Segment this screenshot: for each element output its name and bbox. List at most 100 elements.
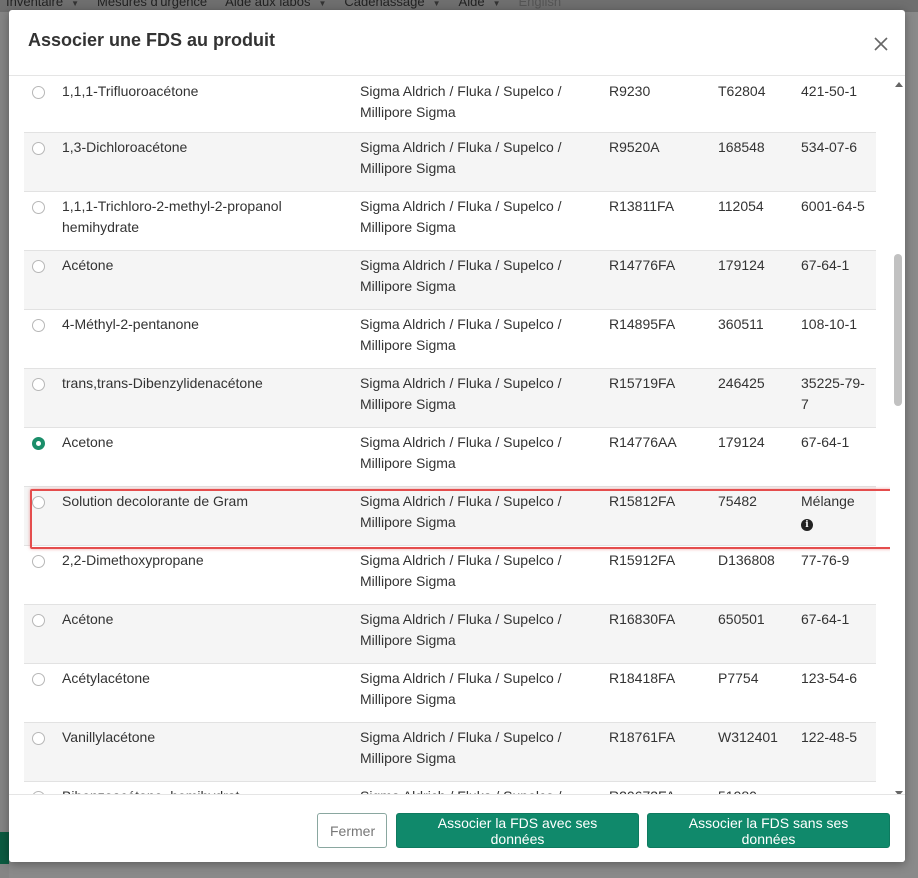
radio-button[interactable] — [32, 86, 45, 99]
vendor-name-text: Sigma Aldrich / Fluka / Supelco / Millip… — [360, 83, 562, 120]
catalog-number-text: 179124 — [718, 434, 765, 450]
caret-down-icon: ▼ — [492, 0, 501, 8]
reference-text: R18418FA — [609, 670, 676, 686]
vendor-name-text: Sigma Aldrich / Fluka / Supelco / Millip… — [360, 611, 562, 648]
radio-button[interactable] — [32, 319, 45, 332]
table-row[interactable]: Acétylacétone Sigma Aldrich / Fluka / Sup… — [24, 663, 876, 722]
cas-number: 421-50-1 — [801, 81, 871, 102]
reference-text: R9230 — [609, 83, 651, 99]
close-button[interactable]: Fermer — [317, 813, 387, 848]
table-row[interactable]: 1,1,1-Trifluoroacétone Sigma Aldrich / Fl… — [24, 76, 876, 132]
catalog-number-text: 360511 — [718, 316, 764, 332]
table-row[interactable]: 1,1,1-Trichloro-2-methyl-2-propanol hemi… — [24, 191, 876, 250]
catalog-number-text: 179124 — [718, 257, 765, 273]
product-name: 2,2-Dimethoxypropane — [62, 550, 352, 571]
product-name: Solution decolorante de Gram — [62, 491, 352, 512]
caret-down-icon: ▼ — [432, 0, 441, 8]
associate-with-data-button[interactable]: Associer la FDS avec ses données — [396, 813, 639, 848]
background-nav-label: Cadenassage — [344, 0, 425, 9]
vendor-name-text: Sigma Aldrich / Fluka / Supelco / Millip… — [360, 139, 562, 176]
cas-number: 67-64-1 — [801, 432, 871, 453]
background-nav-label: Mesures d'urgence — [97, 0, 208, 9]
reference: R13811FA — [609, 196, 709, 217]
reference: R9520A — [609, 137, 709, 158]
catalog-number: 75482 — [718, 491, 798, 512]
background-left-strip — [0, 12, 9, 878]
cas-number-text: 6001-64-5 — [801, 198, 865, 214]
vendor-name: Sigma Aldrich / Fluka / Supelco / Millip… — [360, 491, 588, 533]
vendor-name-text: Sigma Aldrich / Fluka / Supelco / Millip… — [360, 316, 562, 353]
catalog-number-text: 75482 — [718, 493, 757, 509]
product-name: trans,trans-Dibenzylidenacétone — [62, 373, 352, 394]
background-nav-item: Mesures d'urgence — [91, 0, 219, 9]
fds-rows: 1,1,1-Trifluoroacétone Sigma Aldrich / Fl… — [24, 76, 876, 794]
catalog-number: 51980 — [718, 786, 798, 794]
cas-number: 35225-79-7 — [801, 373, 871, 415]
scroll-thumb[interactable] — [894, 254, 902, 406]
table-row[interactable]: Acétone Sigma Aldrich / Fluka / Supelco /… — [24, 604, 876, 663]
cas-number: 6001-64-5 — [801, 196, 871, 217]
radio-button[interactable] — [32, 142, 45, 155]
radio-button[interactable] — [32, 555, 45, 568]
catalog-number: 650501 — [718, 609, 798, 630]
background-nav-item: Aide aux labos ▼ — [219, 0, 338, 9]
associate-without-data-button[interactable]: Associer la FDS sans ses données — [647, 813, 890, 848]
scrollbar[interactable] — [893, 76, 905, 796]
cas-number-text: 122-48-5 — [801, 729, 858, 745]
table-row[interactable]: 1,3-Dichloroacétone Sigma Aldrich / Fluka… — [24, 132, 876, 191]
reference-text: R13811FA — [609, 198, 675, 214]
product-name-text: 1,1,1-Trifluoroacétone — [62, 83, 199, 99]
fds-list: 1,1,1-Trifluoroacétone Sigma Aldrich / Fl… — [24, 76, 890, 794]
catalog-number-text: D136808 — [718, 552, 775, 568]
table-row[interactable]: Vanillylacétone Sigma Aldrich / Fluka / S… — [24, 722, 876, 781]
vendor-name: Sigma Aldrich / Fluka / Supelco / Millip… — [360, 196, 588, 238]
product-name-text: Acetone — [62, 434, 114, 450]
background-nav-item: Cadenassage ▼ — [338, 0, 452, 9]
table-row[interactable]: Acetone Sigma Aldrich / Fluka / Supelco /… — [24, 427, 876, 486]
caret-down-icon: ▼ — [318, 0, 327, 8]
reference-text: R15812FA — [609, 493, 676, 509]
radio-button[interactable] — [32, 496, 45, 509]
radio-checked[interactable] — [32, 437, 45, 450]
vendor-name: Sigma Aldrich / Fluka / Supelco / Millip… — [360, 609, 588, 651]
catalog-number-text: T62804 — [718, 83, 766, 99]
catalog-number: W312401 — [718, 727, 798, 748]
table-row[interactable]: 2,2-Dimethoxypropane Sigma Aldrich / Fluk… — [24, 545, 876, 604]
reference: R14895FA — [609, 314, 709, 335]
radio-button[interactable] — [32, 614, 45, 627]
reference: R9230 — [609, 81, 709, 102]
catalog-number-text: 112054 — [718, 198, 764, 214]
radio-button[interactable] — [32, 260, 45, 273]
table-row[interactable]: trans,trans-Dibenzylidenacétone Sigma Ald… — [24, 368, 876, 427]
background-nav-item: Inventaire ▼ — [0, 0, 91, 9]
cas-number-text: 77-76-9 — [801, 552, 850, 568]
close-icon[interactable] — [871, 34, 891, 54]
reference: R16830FA — [609, 609, 709, 630]
reference: R18418FA — [609, 668, 709, 689]
cas-number-text: 421-50-1 — [801, 83, 858, 99]
product-name: 1,1,1-Trifluoroacétone — [62, 81, 352, 102]
catalog-number-text: 168548 — [718, 139, 765, 155]
vendor-name-text: Sigma Aldrich / Fluka / Supelco / Millip… — [360, 552, 562, 589]
radio-button[interactable] — [32, 378, 45, 391]
catalog-number: 112054 — [718, 196, 798, 217]
table-row[interactable]: 4-Méthyl-2-pentanone Sigma Aldrich / Fluk… — [24, 309, 876, 368]
reference-text: R9520A — [609, 139, 660, 155]
product-name: 1,1,1-Trichloro-2-methyl-2-propanol hemi… — [62, 196, 352, 238]
vendor-name-text: Sigma Aldrich / Fluka / Supelco / Millip… — [360, 375, 562, 412]
info-icon[interactable]: i — [801, 519, 813, 531]
background-nav-label: Aide — [458, 0, 485, 9]
cas-number: 534-07-6 — [801, 137, 871, 158]
table-row[interactable]: Bibenzoacétone, hemihydrat Sigma Aldrich … — [24, 781, 876, 794]
product-name-text: 1,1,1-Trichloro-2-methyl-2-propanol hemi… — [62, 198, 282, 235]
table-row[interactable]: Acétone Sigma Aldrich / Fluka / Supelco /… — [24, 250, 876, 309]
vendor-name: Sigma Aldrich / Fluka / Supelco / Millip… — [360, 432, 588, 474]
radio-button[interactable] — [32, 673, 45, 686]
radio-button[interactable] — [32, 201, 45, 214]
modal-footer: Fermer Associer la FDS avec ses données … — [9, 794, 905, 862]
cas-number-text: 123-54-6 — [801, 670, 858, 686]
scroll-up-icon[interactable] — [895, 82, 903, 87]
product-name: 4-Méthyl-2-pentanone — [62, 314, 352, 335]
radio-button[interactable] — [32, 732, 45, 745]
table-row[interactable]: Solution decolorante de Gram Sigma Aldric… — [24, 486, 876, 545]
